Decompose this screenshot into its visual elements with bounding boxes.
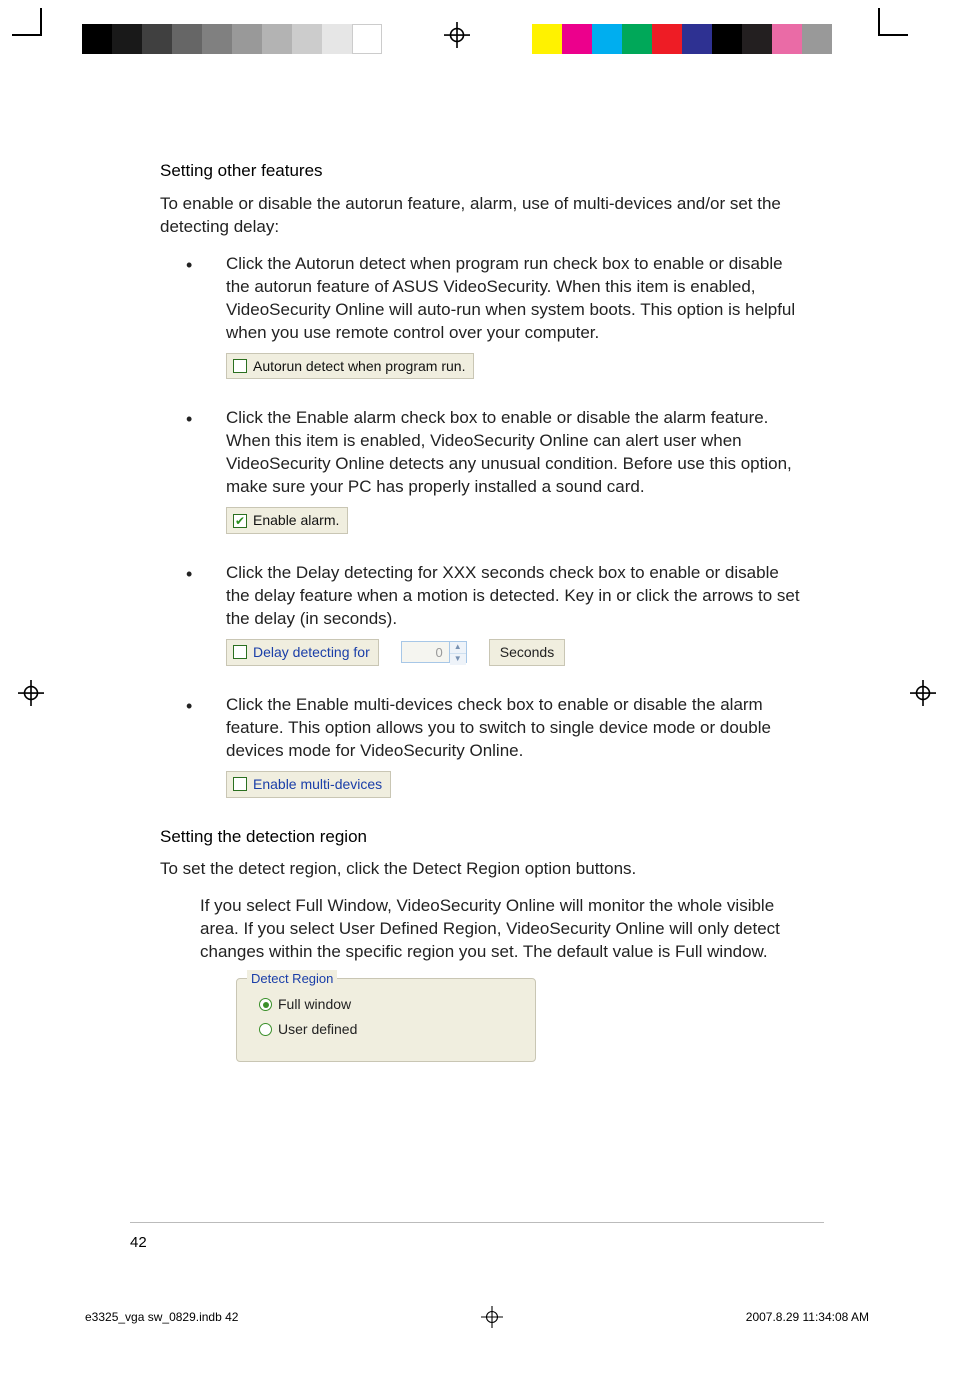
- radio-full-window[interactable]: [259, 998, 272, 1011]
- detect-region-legend: Detect Region: [247, 970, 337, 988]
- page-number: 42: [130, 1234, 147, 1251]
- delay-checkbox-panel: Delay detecting for: [226, 639, 379, 666]
- radio-full-window-row[interactable]: Full window: [259, 995, 521, 1014]
- bullet-delay: • Click the Delay detecting for XXX seco…: [186, 562, 800, 684]
- gray-swatches: [82, 24, 382, 54]
- seconds-label: Seconds: [489, 639, 565, 666]
- multi-checkbox[interactable]: [233, 777, 247, 791]
- print-footer: e3325_vga sw_0829.indb 42 2007.8.29 11:3…: [85, 1306, 869, 1328]
- multi-checkbox-panel: Enable multi-devices: [226, 771, 391, 798]
- intro-detection-region: To set the detect region, click the Dete…: [160, 858, 800, 881]
- footer-date: 2007.8.29 11:34:08 AM: [746, 1310, 869, 1324]
- radio-user-defined-label: User defined: [278, 1020, 357, 1039]
- heading-other-features: Setting other features: [160, 160, 800, 183]
- delay-checkbox-label: Delay detecting for: [253, 643, 370, 662]
- autorun-checkbox[interactable]: [233, 359, 247, 373]
- spinner-down-icon[interactable]: ▼: [450, 654, 466, 665]
- radio-user-defined[interactable]: [259, 1023, 272, 1036]
- registration-mark-icon: [910, 680, 936, 706]
- bullet-alarm: • Click the Enable alarm check box to en…: [186, 407, 800, 552]
- footer-file: e3325_vga sw_0829.indb 42: [85, 1310, 238, 1324]
- bullet-autorun-text: Click the Autorun detect when program ru…: [226, 253, 800, 345]
- multi-checkbox-label: Enable multi-devices: [253, 775, 382, 794]
- registration-mark-icon: [444, 22, 470, 48]
- bullet-delay-text: Click the Delay detecting for XXX second…: [226, 562, 800, 631]
- alarm-checkbox-panel: ✔ Enable alarm.: [226, 507, 348, 534]
- bullet-multi: • Click the Enable multi-devices check b…: [186, 694, 800, 816]
- bullet-multi-text: Click the Enable multi-devices check box…: [226, 694, 800, 763]
- radio-full-window-label: Full window: [278, 995, 351, 1014]
- autorun-checkbox-panel: Autorun detect when program run.: [226, 353, 474, 380]
- alarm-checkbox[interactable]: ✔: [233, 514, 247, 528]
- bullet-autorun: • Click the Autorun detect when program …: [186, 253, 800, 398]
- intro-other-features: To enable or disable the autorun feature…: [160, 193, 800, 239]
- page-rule: [130, 1222, 824, 1223]
- alarm-checkbox-label: Enable alarm.: [253, 511, 339, 530]
- print-top-strip: [0, 18, 954, 52]
- heading-detection-region: Setting the detection region: [160, 826, 800, 849]
- delay-checkbox[interactable]: [233, 645, 247, 659]
- color-swatches: [532, 24, 832, 54]
- registration-mark-icon: [18, 680, 44, 706]
- page-content: Setting other features To enable or disa…: [160, 160, 800, 1062]
- radio-user-defined-row[interactable]: User defined: [259, 1020, 521, 1039]
- delay-spinner[interactable]: 0 ▲ ▼: [401, 641, 467, 663]
- detect-region-fieldset: Detect Region Full window User defined: [236, 978, 536, 1062]
- autorun-checkbox-label: Autorun detect when program run.: [253, 357, 465, 376]
- bullet-alarm-text: Click the Enable alarm check box to enab…: [226, 407, 800, 499]
- registration-mark-icon: [481, 1306, 503, 1328]
- delay-value[interactable]: 0: [402, 642, 450, 662]
- detection-para: If you select Full Window, VideoSecurity…: [160, 895, 800, 964]
- spinner-up-icon[interactable]: ▲: [450, 642, 466, 654]
